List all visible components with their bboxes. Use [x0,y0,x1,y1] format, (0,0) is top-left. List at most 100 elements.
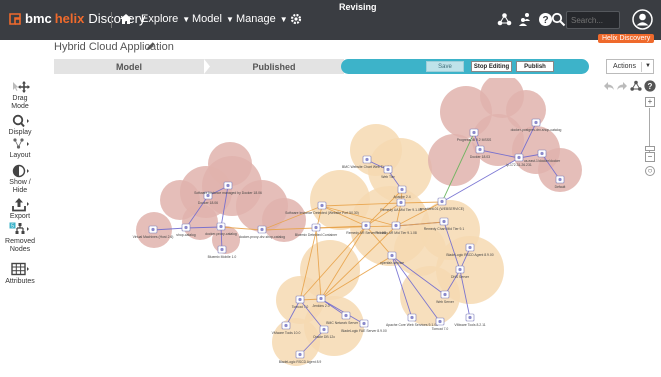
node-icon [260,227,264,232]
tool-label: Removed [5,238,35,245]
node-label: BladeLogic FAE Server 8.9.00 [341,329,387,333]
nav-explore-label: Explore [141,13,179,25]
node-icon [400,187,404,192]
node-label: ip-172.31.26.231 [506,163,532,167]
nav-manage-label: Manage [236,13,276,25]
node-icon [410,315,414,320]
node-label: Apache Core Web Services 9.1.08 [386,323,438,327]
node-icon [472,130,476,135]
node-icon [390,253,394,258]
tool-attributes[interactable]: Attributes [0,262,40,286]
node-label: Software Instance Detected (Website Port… [285,211,359,215]
chevron-down-icon: ▼ [225,14,234,24]
nav-manage[interactable]: Manage ▼ [236,13,288,25]
bmc-logo-icon [9,12,21,25]
top-navigation-bar: bmc helix Discovery Explore ▼ Model ▼ Ma… [0,0,661,40]
node-icon [362,321,366,326]
node-label: Docker 18.06 [198,201,218,205]
node-label: openfair-service [380,261,404,265]
svg-text:5: 5 [11,224,14,230]
node-label: docker-proxy-drv-shop-catalog [239,235,285,239]
product-badge: Helix Discovery [598,34,655,43]
node-label: ProgressDB 9.2 MSSS [457,138,492,142]
tool-label: Mode [11,103,29,110]
node-icon [458,267,462,272]
node-label: Software Instance managed by Docker 18.0… [194,191,262,195]
tool-label: Display [8,129,32,136]
topology-graph-canvas[interactable]: Docker 18.06 Virtual Machines (Host 2.6) s… [40,78,661,377]
node-label: Jenkins 2.0 [312,304,329,308]
tool-label: Export [9,213,31,220]
tool-display[interactable]: Display [0,114,40,137]
gear-icon[interactable] [289,12,303,26]
tool-layout[interactable]: Layout [0,137,40,160]
contrast-icon [12,164,29,178]
node-label: docker-postgres-drv-shop-catalog [511,128,562,132]
user-group-icon[interactable] [518,12,533,27]
tool-removed-nodes[interactable]: 5 Removed Nodes [0,222,40,254]
node-label: Bluemix Detected Container [295,233,338,237]
node-icon [540,151,544,156]
node-icon [298,297,302,302]
node-label: VMware Tools 8.2.11 [454,323,485,327]
node-label: Web Server [436,300,455,304]
node-icon [365,157,369,162]
node-icon [364,223,368,228]
node-label: Web Tier [381,175,395,179]
node-icon [184,225,188,230]
chevron-down-icon: ▼ [279,14,288,24]
save-button[interactable]: Save [426,61,464,72]
tool-label: Hide [12,187,28,194]
nav-explore[interactable]: Explore ▼ [141,13,190,25]
node-icon [442,219,446,224]
node-icon [558,177,562,182]
node-icon [320,203,324,208]
actions-divider [641,62,642,72]
home-icon[interactable] [119,12,133,26]
node-icon [319,296,323,301]
nav-model[interactable]: Model ▼ [192,13,234,25]
table-icon [11,262,29,276]
tool-export[interactable]: Export [0,197,40,221]
brand-bmc: bmc [25,11,52,26]
node-icon [322,327,326,332]
pencil-icon[interactable] [146,41,156,51]
chevron-down-icon: ▼ [645,63,651,69]
node-icon [394,223,398,228]
search-icon[interactable] [551,12,566,27]
node-icon [440,199,444,204]
workflow-step-published[interactable]: Published [204,59,344,74]
stop-editing-button[interactable]: Stop Editing [471,61,512,72]
tool-label: Attributes [5,278,35,285]
node-label: Default [555,185,566,189]
node-label: Virtual Machines (Host 2.6) [133,235,174,239]
node-icon [226,183,230,188]
node-label: Tomcat 7.0 [292,305,309,309]
nav-model-label: Model [192,13,222,25]
tool-show-hide[interactable]: Show / Hide [0,164,40,195]
brand-product: Discovery [88,11,146,26]
node-label: Remedy AR Mid Tier 9.1.08 [375,231,417,235]
node-icon [468,315,472,320]
node-icon [438,319,442,324]
node-label: VMware Tools 10.0 [272,331,301,335]
node-label: DNS Server [451,275,470,279]
node-label: Oracle DB 12c [313,335,335,339]
node-label: BladeLogic RSCD Agent 8.9.00 [446,253,493,257]
node-label: shop-catalog [176,233,196,237]
publish-button[interactable]: Publish [516,61,554,72]
move-icon [13,81,30,93]
left-toolbar: Drag Mode Display Layout Show / Hide Exp… [0,78,40,377]
tool-drag-mode[interactable]: Drag Mode [0,80,40,111]
search-input[interactable] [566,11,620,29]
avatar[interactable] [632,9,653,30]
node-icon [443,292,447,297]
actions-dropdown[interactable]: Actions ▼ [606,59,654,74]
tool-label: Layout [9,152,31,159]
topology-icon[interactable] [497,12,512,27]
tool-label: Nodes [9,246,31,253]
node-icon [220,247,224,252]
svg-text:?: ? [542,15,548,26]
workflow-step-model[interactable]: Model [54,59,204,74]
node-icon [386,167,390,172]
